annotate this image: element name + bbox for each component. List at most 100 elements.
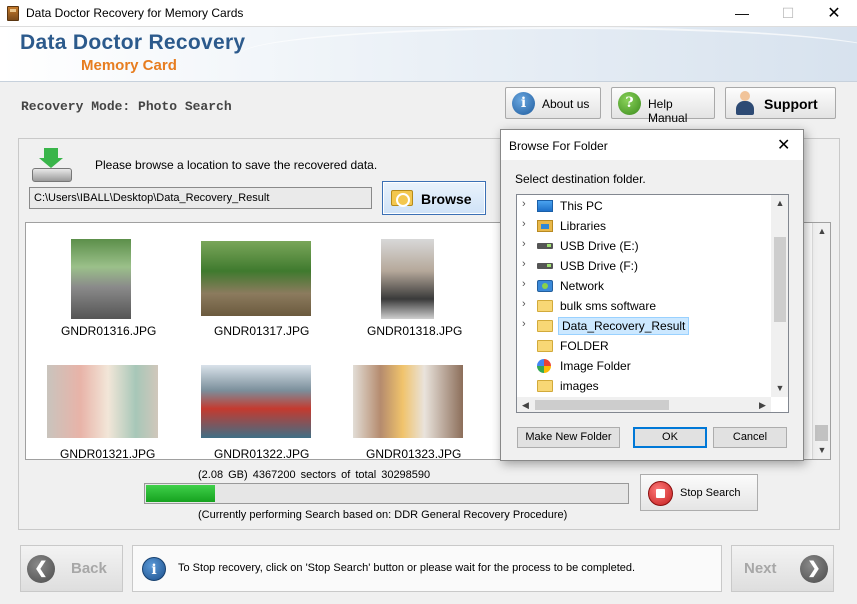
info-message-box: i To Stop recovery, click on 'Stop Searc… — [132, 545, 722, 592]
photo-image — [201, 241, 311, 316]
tree-item-label: USB Drive (E:) — [560, 239, 639, 253]
tree-scroll-up-arrow[interactable]: ▲ — [771, 195, 788, 212]
network-icon — [537, 280, 553, 292]
tree-hscroll-thumb[interactable] — [535, 400, 669, 410]
stop-search-button[interactable]: Stop Search — [640, 474, 758, 511]
tree-item-label: Libraries — [560, 219, 607, 233]
browse-folder-icon — [391, 190, 413, 207]
gallery-scrollbar[interactable]: ▲ ▼ — [812, 223, 830, 459]
tree-scroll-left-arrow[interactable]: ◀ — [517, 397, 534, 412]
photo-filename: GNDR01318.JPG — [367, 324, 463, 338]
help-manual-label: Help Manual — [648, 97, 688, 125]
progress-fill — [146, 485, 215, 502]
dialog-title: Browse For Folder — [509, 139, 608, 153]
info-icon: i — [142, 557, 166, 581]
recovery-mode-label: Recovery Mode: Photo Search — [21, 99, 232, 114]
tree-scroll-thumb[interactable] — [774, 237, 786, 322]
sectors-status: (2.08 GB) 4367200 sectors of total 30298… — [198, 469, 431, 481]
tree-scroll-down-arrow[interactable]: ▼ — [771, 380, 788, 397]
tree-item[interactable]: › Data_Recovery_Result — [517, 316, 772, 336]
scroll-thumb[interactable] — [815, 425, 828, 441]
next-button[interactable]: Next ❯ — [731, 545, 834, 592]
minimize-button[interactable]: — — [719, 0, 765, 27]
back-arrow-icon: ❮ — [27, 555, 55, 583]
app-banner: Data Doctor Recovery Memory Card — [0, 27, 857, 82]
browse-label: Browse — [421, 191, 472, 207]
expand-chevron-icon[interactable]: › — [522, 198, 526, 210]
folder-icon — [537, 380, 553, 392]
brand-title: Data Doctor Recovery — [20, 31, 246, 54]
tree-item[interactable]: FOLDER — [517, 336, 772, 356]
library-icon — [537, 220, 553, 232]
image-folder-icon — [537, 359, 551, 373]
info-icon: i — [512, 92, 535, 115]
ok-button[interactable]: OK — [633, 427, 707, 448]
browse-button[interactable]: Browse — [382, 181, 486, 215]
procedure-status: (Currently performing Search based on: D… — [198, 509, 568, 521]
tree-item-label: This PC — [560, 199, 603, 213]
tree-horizontal-scrollbar[interactable]: ◀ ▶ — [517, 397, 771, 412]
usb-drive-icon — [537, 263, 553, 269]
app-icon — [7, 6, 19, 21]
tree-item[interactable]: images — [517, 376, 772, 396]
expand-chevron-icon[interactable]: › — [522, 218, 526, 230]
info-message: To Stop recovery, click on 'Stop Search'… — [178, 562, 636, 574]
tree-item-label: FOLDER — [560, 339, 609, 353]
support-person-icon — [734, 91, 756, 116]
tree-item-label: USB Drive (F:) — [560, 259, 638, 273]
scroll-down-arrow[interactable]: ▼ — [813, 442, 831, 459]
browse-folder-dialog: Browse For Folder ✕ Select destination f… — [500, 129, 804, 461]
stop-icon — [648, 481, 673, 506]
photo-filename: GNDR01322.JPG — [214, 447, 310, 460]
cancel-button[interactable]: Cancel — [713, 427, 787, 448]
next-arrow-icon: ❯ — [800, 555, 828, 583]
tree-item[interactable]: › Libraries — [517, 216, 772, 236]
tree-item[interactable]: Image Folder — [517, 356, 772, 376]
photo-image — [71, 239, 131, 319]
folder-tree[interactable]: › This PC › Libraries › USB Drive (E:) › USB Dr… — [516, 194, 789, 413]
expand-chevron-icon[interactable]: › — [522, 278, 526, 290]
back-label: Back — [71, 560, 107, 577]
photo-image — [353, 365, 463, 438]
expand-chevron-icon[interactable]: › — [522, 318, 526, 330]
photo-image — [381, 239, 434, 319]
tree-vertical-scrollbar[interactable]: ▲ ▼ — [771, 195, 788, 397]
back-button[interactable]: ❮ Back — [20, 545, 123, 592]
make-new-folder-button[interactable]: Make New Folder — [517, 427, 620, 448]
expand-chevron-icon[interactable]: › — [522, 238, 526, 250]
tree-item-label: Network — [560, 279, 605, 293]
tree-item[interactable]: › This PC — [517, 196, 772, 216]
tree-item[interactable]: › USB Drive (F:) — [517, 256, 772, 276]
maximize-button[interactable]: ☐ — [765, 0, 811, 27]
tree-item-label: images — [560, 379, 599, 393]
close-button[interactable]: ✕ — [811, 0, 857, 27]
usb-drive-icon — [537, 243, 553, 249]
photo-filename: GNDR01321.JPG — [60, 447, 156, 460]
tree-item[interactable]: › Network — [517, 276, 772, 296]
dialog-close-button[interactable]: ✕ — [777, 135, 790, 155]
pc-icon — [537, 200, 553, 212]
about-us-label: About us — [542, 97, 590, 111]
support-label: Support — [764, 96, 818, 112]
support-button[interactable]: Support — [725, 87, 836, 119]
folder-icon — [537, 320, 553, 332]
tree-item[interactable]: › bulk sms software — [517, 296, 772, 316]
expand-chevron-icon[interactable]: › — [522, 298, 526, 310]
scroll-up-arrow[interactable]: ▲ — [813, 223, 831, 240]
tree-item-label: Data_Recovery_Result — [558, 317, 690, 335]
tree-scroll-right-arrow[interactable]: ▶ — [754, 397, 771, 412]
about-us-button[interactable]: i About us — [505, 87, 601, 119]
photo-image — [47, 365, 158, 438]
tree-item[interactable]: › USB Drive (E:) — [517, 236, 772, 256]
tree-item-label: Image Folder — [560, 359, 631, 373]
photo-filename: GNDR01316.JPG — [61, 324, 157, 338]
search-progress-bar — [144, 483, 629, 504]
tree-item-label: bulk sms software — [560, 299, 657, 313]
banner-decoration — [240, 27, 857, 81]
next-label: Next — [744, 560, 777, 577]
help-icon: ? — [618, 92, 641, 115]
expand-chevron-icon[interactable]: › — [522, 258, 526, 270]
stop-search-label: Stop Search — [680, 487, 741, 499]
help-manual-button[interactable]: ? Help Manual — [611, 87, 715, 125]
save-path-input[interactable] — [29, 187, 372, 209]
